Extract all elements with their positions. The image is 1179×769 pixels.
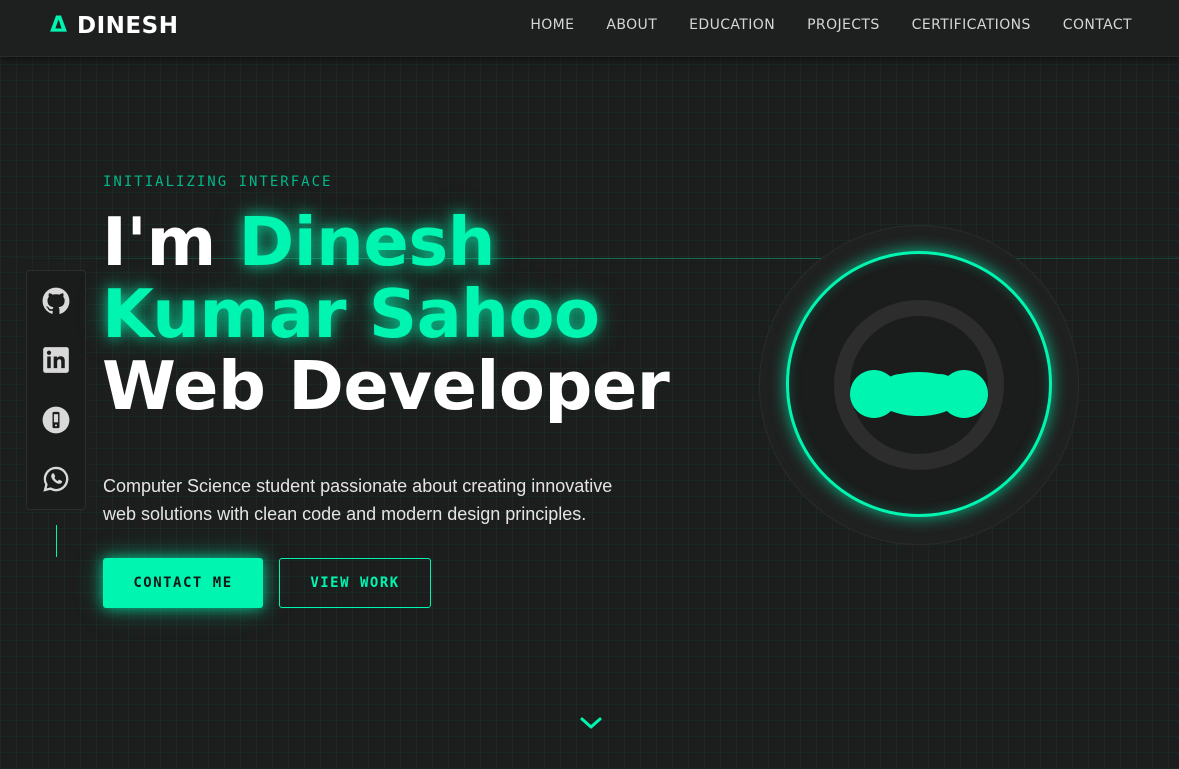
social-divider-line xyxy=(56,525,57,557)
headline-line-1: I'm Dinesh xyxy=(102,206,669,278)
chevron-down-icon[interactable] xyxy=(579,714,603,732)
brand-logo[interactable]: Δ DINESH xyxy=(50,12,178,40)
greeting-text: I'm xyxy=(102,203,239,281)
nav-home[interactable]: HOME xyxy=(530,17,574,33)
nav-contact[interactable]: CONTACT xyxy=(1063,17,1132,33)
name-first: Dinesh xyxy=(238,203,496,281)
nav-about[interactable]: ABOUT xyxy=(606,17,657,33)
linkedin-icon xyxy=(43,347,69,374)
hero-headline: I'm Dinesh Kumar Sahoo Web Developer xyxy=(102,206,670,425)
nav-education[interactable]: EDUCATION xyxy=(689,17,775,33)
delta-logo-icon: Δ xyxy=(50,13,68,38)
nav-certifications[interactable]: CERTIFICATIONS xyxy=(912,17,1031,33)
name-rest: Kumar Sahoo xyxy=(102,275,600,353)
social-link-whatsapp[interactable] xyxy=(40,463,72,495)
site-header: Δ DINESH HOME ABOUT EDUCATION PROJECTS C… xyxy=(0,0,1179,57)
social-link-github[interactable] xyxy=(40,285,72,317)
main-nav: HOME ABOUT EDUCATION PROJECTS CERTIFICAT… xyxy=(530,17,1132,33)
role-title: Web Developer xyxy=(102,347,670,425)
page: Δ DINESH HOME ABOUT EDUCATION PROJECTS C… xyxy=(0,0,1179,769)
orb-core-shape xyxy=(850,370,988,418)
social-link-linkedin[interactable] xyxy=(40,344,72,376)
social-sidebar xyxy=(26,270,86,510)
github-icon xyxy=(42,287,70,314)
phone-icon xyxy=(42,406,70,434)
hero-description: Computer Science student passionate abou… xyxy=(103,476,613,524)
hero-eyebrow: INITIALIZING INTERFACE xyxy=(103,174,333,190)
whatsapp-icon xyxy=(43,466,69,492)
contact-me-button[interactable]: CONTACT ME xyxy=(103,558,263,608)
nav-projects[interactable]: PROJECTS xyxy=(807,17,880,33)
view-work-button[interactable]: VIEW WORK xyxy=(279,558,431,608)
brand-name: DINESH xyxy=(77,13,179,39)
social-link-phone[interactable] xyxy=(40,404,72,436)
